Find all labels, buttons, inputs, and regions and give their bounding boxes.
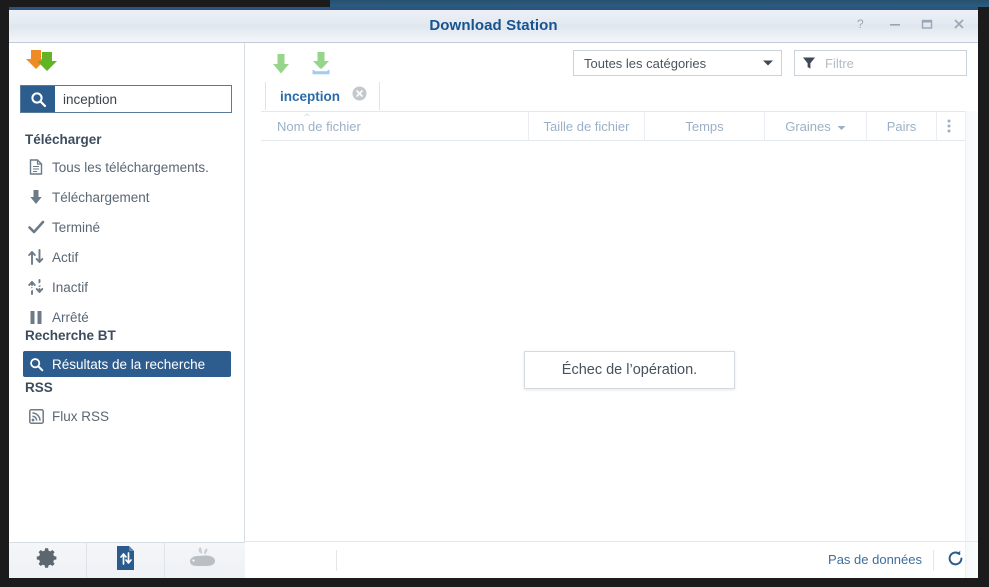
chevron-down-icon[interactable]: [755, 59, 781, 67]
column-header-time[interactable]: Temps: [645, 111, 765, 141]
help-button[interactable]: ?: [851, 17, 873, 37]
sidebar-item-label: Actif: [52, 249, 79, 265]
results-table-header: Nom de fichier Taille de fichier Temps G…: [261, 111, 978, 141]
tabbar: inception: [245, 82, 978, 116]
broken-arrows-icon: [23, 279, 49, 295]
search-icon[interactable]: [21, 86, 55, 112]
up-down-arrows-icon: [23, 249, 49, 265]
nav-group-title-rss: RSS: [25, 380, 53, 395]
category-select-label: Toutes les catégories: [584, 55, 707, 71]
rabbit-icon: [189, 546, 219, 575]
sidebar-item-termine[interactable]: Terminé: [23, 214, 231, 240]
statusbar-text: Pas de données: [828, 552, 922, 567]
document-icon: [23, 159, 49, 175]
main-content: Toutes les catégories Filtre inception N…: [245, 43, 978, 578]
download-to-button[interactable]: [307, 50, 335, 78]
window-titlebar: Download Station ?: [9, 7, 978, 43]
sidebar-item-flux-rss[interactable]: Flux RSS: [23, 403, 231, 429]
maximize-button[interactable]: [916, 17, 938, 37]
search-input[interactable]: [55, 90, 242, 108]
window-title: Download Station: [429, 17, 558, 34]
column-options-icon[interactable]: [937, 112, 961, 141]
category-select[interactable]: Toutes les catégories: [573, 50, 782, 76]
sidebar-item-label: Inactif: [52, 279, 89, 295]
tab-label: inception: [280, 88, 340, 104]
check-icon: [23, 220, 49, 235]
sidebar-item-actif[interactable]: Actif: [23, 244, 231, 270]
statusbar-divider-2: [933, 550, 934, 571]
results-table-body: Échec de l’opération.: [261, 111, 978, 578]
tab-inception[interactable]: inception: [265, 82, 380, 110]
bt-search-engine-button[interactable]: [165, 543, 243, 578]
operation-failed-toast: Échec de l’opération.: [524, 351, 735, 389]
column-header-filename[interactable]: Nom de fichier: [261, 111, 529, 141]
sidebar-item-label: Tous les téléchargements.: [52, 159, 209, 175]
search-box[interactable]: [20, 85, 262, 113]
sidebar: Télécharger Tous les téléchargements.: [9, 43, 262, 578]
nav-group-title-recherche-bt: Recherche BT: [25, 328, 116, 343]
download-station-app-icon: [22, 46, 62, 76]
refresh-icon: [947, 550, 964, 572]
desktop-left-strip: [0, 0, 330, 7]
desktop-background: Download Station ? inception Télécharger…: [0, 0, 989, 587]
rss-icon: [23, 408, 49, 424]
sidebar-bottom-toolbar: [9, 542, 245, 578]
close-button[interactable]: [948, 17, 970, 37]
sidebar-item-telechargement[interactable]: Téléchargement: [23, 184, 231, 210]
nav-group-title-telecharger: Télécharger: [25, 132, 102, 147]
sidebar-item-inactif[interactable]: Inactif: [23, 274, 231, 300]
column-header-seeds[interactable]: Graines: [765, 111, 867, 141]
funnel-icon: [795, 56, 823, 70]
main-toolbar: Toutes les catégories: [245, 43, 978, 82]
pause-icon: [23, 310, 49, 325]
sidebar-item-tous-les-telechargements[interactable]: Tous les téléchargements.: [23, 154, 231, 180]
sidebar-item-label: Flux RSS: [52, 408, 110, 424]
column-header-seeds-label: Graines: [785, 118, 831, 134]
magnifier-icon: [23, 357, 49, 372]
settings-button[interactable]: [9, 543, 87, 578]
sidebar-item-label: Terminé: [52, 219, 101, 235]
results-table-scrollbar[interactable]: [965, 111, 978, 578]
tab-close-icon[interactable]: [352, 86, 367, 106]
sidebar-item-label: Téléchargement: [52, 189, 150, 205]
column-header-filesize[interactable]: Taille de fichier: [529, 111, 645, 141]
sidebar-item-label: Arrêté: [52, 309, 89, 325]
transfer-schedule-button[interactable]: [87, 543, 165, 578]
desktop-taskbar-peek: [330, 0, 989, 7]
download-station-window: Download Station ? inception Télécharger…: [9, 7, 978, 578]
svg-text:?: ?: [857, 17, 864, 31]
filter-box[interactable]: [794, 50, 978, 76]
sidebar-item-arrete[interactable]: Arrêté: [23, 304, 231, 330]
filter-input[interactable]: [823, 54, 978, 72]
caret-down-icon: [831, 119, 846, 134]
toast-message: Échec de l’opération.: [561, 362, 698, 378]
sidebar-item-resultats-de-la-recherche[interactable]: Résultats de la recherche: [23, 351, 231, 377]
green-down-arrow-tray-icon: [307, 52, 335, 82]
file-transfer-icon: [114, 545, 138, 576]
column-header-peers[interactable]: Pairs: [867, 111, 937, 141]
minimize-button[interactable]: [884, 17, 906, 37]
green-down-arrow-icon: [267, 54, 295, 82]
refresh-button[interactable]: [944, 550, 966, 572]
statusbar: Pas de données: [245, 541, 978, 578]
statusbar-divider: [336, 550, 337, 571]
download-arrow-icon: [23, 189, 49, 205]
sidebar-item-label: Résultats de la recherche: [52, 356, 206, 372]
gear-icon: [36, 546, 60, 575]
download-button[interactable]: [267, 50, 295, 78]
